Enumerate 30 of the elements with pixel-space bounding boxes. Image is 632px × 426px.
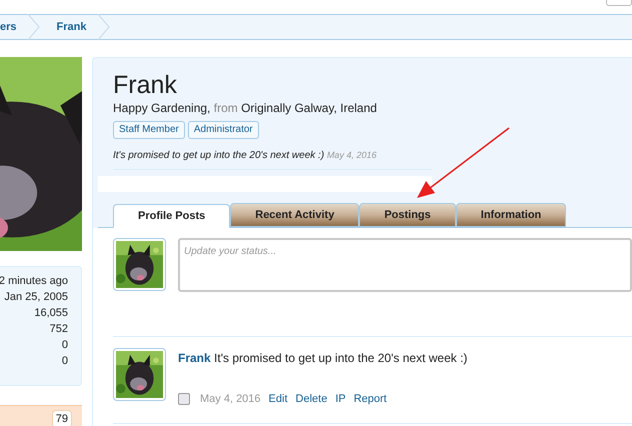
stat-value: Jan 25, 2005	[4, 290, 68, 305]
breadcrumb-link[interactable]: ers	[0, 18, 17, 36]
post-action-link[interactable]: Report	[354, 391, 387, 408]
profile-name: Frank	[113, 70, 178, 100]
profile-tab[interactable]: Recent Activity	[230, 203, 360, 227]
stat-value: 752	[50, 322, 68, 337]
profile-tab[interactable]: Profile Posts	[113, 204, 230, 228]
count-badge: 79	[52, 410, 72, 426]
post-action-link[interactable]: Delete	[296, 391, 328, 408]
profile-tab[interactable]: Postings	[359, 203, 456, 227]
select-checkbox[interactable]	[178, 393, 190, 406]
post-action-link[interactable]: Edit	[268, 391, 288, 408]
profile-tab[interactable]: Information	[456, 203, 566, 227]
chevron-icon	[26, 14, 41, 40]
post-text: Frank It's promised to get up into the 20's next week :)	[178, 350, 468, 367]
post-action-link[interactable]: IP	[335, 391, 346, 408]
role-badge: Staff Member	[113, 121, 185, 139]
chevron-icon	[96, 14, 110, 40]
post-date: May 4, 2016	[200, 392, 261, 407]
profile-tagline: Happy Gardening, from Originally Galway, Ireland	[113, 100, 378, 116]
avatar[interactable]	[113, 348, 166, 401]
stat-value: 0	[62, 354, 68, 369]
status-field[interactable]: Update your status...	[178, 238, 632, 292]
author-link[interactable]: Frank	[178, 351, 211, 365]
status-message: It's promised to get up into the 20's next week :) May 4, 2016	[113, 148, 432, 170]
role-badge: Administrator	[188, 121, 259, 139]
stat-value: 16,055	[34, 306, 68, 321]
stat-value: 0	[62, 338, 68, 353]
avatar[interactable]	[113, 238, 166, 291]
breadcrumb-link[interactable]: Frank	[56, 18, 86, 36]
